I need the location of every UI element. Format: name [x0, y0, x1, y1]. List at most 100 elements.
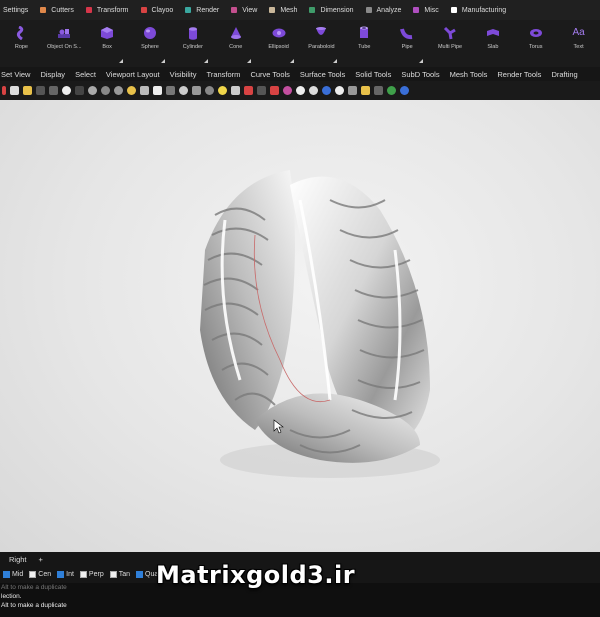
zoom-selected-icon[interactable] — [127, 86, 136, 95]
circle-icon[interactable] — [205, 86, 214, 95]
zoom-window-icon[interactable] — [101, 86, 110, 95]
rope-button[interactable]: Rope — [0, 20, 43, 67]
viewport-tab-right[interactable]: Right — [9, 555, 27, 564]
zoom-extents-icon[interactable] — [114, 86, 123, 95]
menu-solid-tools[interactable]: Solid Tools — [355, 70, 391, 79]
add-viewport-button[interactable]: + — [39, 555, 43, 564]
dropdown-arrow-icon[interactable] — [332, 59, 337, 63]
menu-mesh-tools[interactable]: Mesh Tools — [450, 70, 488, 79]
dropdown-arrow-icon[interactable] — [247, 59, 252, 63]
render-icon[interactable] — [322, 86, 331, 95]
tab-dimension[interactable]: Dimension — [309, 7, 354, 14]
lock-icon[interactable] — [231, 86, 240, 95]
checkbox-unchecked-icon[interactable] — [79, 571, 87, 578]
sphere-button[interactable]: Sphere — [129, 20, 172, 67]
checkbox-checked-icon[interactable] — [57, 571, 65, 578]
tab-clayoo[interactable]: Clayoo — [140, 7, 173, 14]
zoom-icon[interactable] — [88, 86, 97, 95]
sphere-icon — [144, 27, 156, 39]
tube-button[interactable]: Tube — [343, 20, 386, 67]
command-line: lection. — [1, 593, 22, 600]
print-icon[interactable] — [36, 86, 45, 95]
globe-icon[interactable] — [387, 86, 396, 95]
dropdown-arrow-icon[interactable] — [118, 59, 123, 63]
dropdown-arrow-icon[interactable] — [161, 59, 166, 63]
tab-view[interactable]: View — [231, 7, 257, 14]
tab-cutters[interactable]: Cutters — [40, 7, 74, 14]
primitives-ribbon: Rope Object On S... Box Sphere Cylinder … — [0, 20, 600, 67]
light-bulb-icon[interactable] — [218, 86, 227, 95]
new-icon[interactable] — [2, 86, 6, 95]
menu-visibility[interactable]: Visibility — [170, 70, 197, 79]
cylinder-button[interactable]: Cylinder — [171, 20, 214, 67]
menu-select[interactable]: Select — [75, 70, 96, 79]
osnap-tan[interactable]: Tan — [109, 571, 130, 578]
tab-analyze[interactable]: Analyze — [365, 6, 402, 14]
torus-button[interactable]: Torus — [514, 20, 557, 67]
sphere-shade-icon[interactable] — [296, 86, 305, 95]
perspective-viewport[interactable] — [0, 100, 600, 552]
ribbon-label: Slab — [487, 44, 499, 50]
viewport-grid-icon[interactable] — [140, 86, 149, 95]
save-icon[interactable] — [23, 86, 32, 95]
tab-render[interactable]: Render — [185, 7, 219, 14]
rendered-view-icon[interactable] — [309, 86, 318, 95]
menu-drafting[interactable]: Drafting — [551, 70, 577, 79]
checkbox-unchecked-icon[interactable] — [109, 571, 117, 578]
tab-transform[interactable]: Transform — [85, 7, 129, 14]
checkbox-checked-icon[interactable] — [3, 571, 10, 578]
help-icon[interactable] — [400, 86, 409, 95]
osnap-mid[interactable]: Mid — [3, 571, 23, 578]
checkbox-unchecked-icon[interactable] — [29, 571, 37, 578]
material-icon[interactable] — [270, 86, 279, 95]
twisted-ring-model[interactable] — [0, 100, 600, 552]
layer-icon[interactable] — [257, 86, 266, 95]
pan-hand-icon[interactable] — [62, 86, 71, 95]
osnap-perp[interactable]: Perp — [79, 571, 104, 578]
object-on-surface-button[interactable]: Object On S... — [43, 20, 86, 67]
tab-settings[interactable]: Settings — [3, 7, 28, 14]
car-render-icon[interactable] — [244, 86, 253, 95]
tab-misc[interactable]: Misc — [413, 7, 439, 14]
open-icon[interactable] — [10, 86, 19, 95]
camera-icon[interactable] — [348, 86, 357, 95]
dropdown-arrow-icon[interactable] — [204, 59, 209, 63]
point-icon[interactable] — [179, 86, 188, 95]
menu-viewport-layout[interactable]: Viewport Layout — [106, 70, 160, 79]
osnap-cen[interactable]: Cen — [29, 571, 51, 578]
select-icon[interactable] — [166, 86, 175, 95]
curve-icon[interactable] — [192, 86, 201, 95]
four-view-icon[interactable] — [153, 86, 162, 95]
menu-surface-tools[interactable]: Surface Tools — [300, 70, 345, 79]
tab-mesh[interactable]: Mesh — [269, 7, 297, 14]
osnap-int[interactable]: Int — [57, 571, 74, 578]
menu-render-tools[interactable]: Render Tools — [497, 70, 541, 79]
sun-icon[interactable] — [361, 86, 370, 95]
env-icon[interactable] — [335, 86, 344, 95]
ribbon-label: Box — [102, 44, 112, 50]
text-button[interactable]: Aa Text — [557, 20, 600, 67]
menu-subd-tools[interactable]: SubD Tools — [401, 70, 439, 79]
ellipsoid-button[interactable]: Ellipsoid — [257, 20, 300, 67]
menu-transform[interactable]: Transform — [207, 70, 241, 79]
options-icon[interactable] — [374, 86, 383, 95]
menu-display[interactable]: Display — [40, 70, 65, 79]
rotate-icon[interactable] — [75, 86, 84, 95]
tab-manufacturing[interactable]: Manufacturing — [450, 7, 506, 14]
menu-set-view[interactable]: Set View — [1, 70, 30, 79]
box-button[interactable]: Box — [86, 20, 129, 67]
cone-button[interactable]: Cone — [214, 20, 257, 67]
slab-button[interactable]: Slab — [471, 20, 514, 67]
menu-curve-tools[interactable]: Curve Tools — [250, 70, 289, 79]
paraboloid-icon — [316, 27, 327, 35]
dropdown-arrow-icon[interactable] — [290, 59, 295, 63]
paraboloid-button[interactable]: Paraboloid — [300, 20, 343, 67]
pipe-button[interactable]: Pipe — [386, 20, 429, 67]
checkbox-checked-icon[interactable] — [136, 571, 144, 578]
tab-label: View — [242, 6, 258, 14]
multi-pipe-button[interactable]: Multi Pipe — [429, 20, 472, 67]
color-wheel-icon[interactable] — [283, 86, 292, 95]
dropdown-arrow-icon[interactable] — [418, 59, 423, 63]
tab-label: Analyze — [376, 6, 402, 14]
undo-icon[interactable] — [49, 86, 58, 95]
